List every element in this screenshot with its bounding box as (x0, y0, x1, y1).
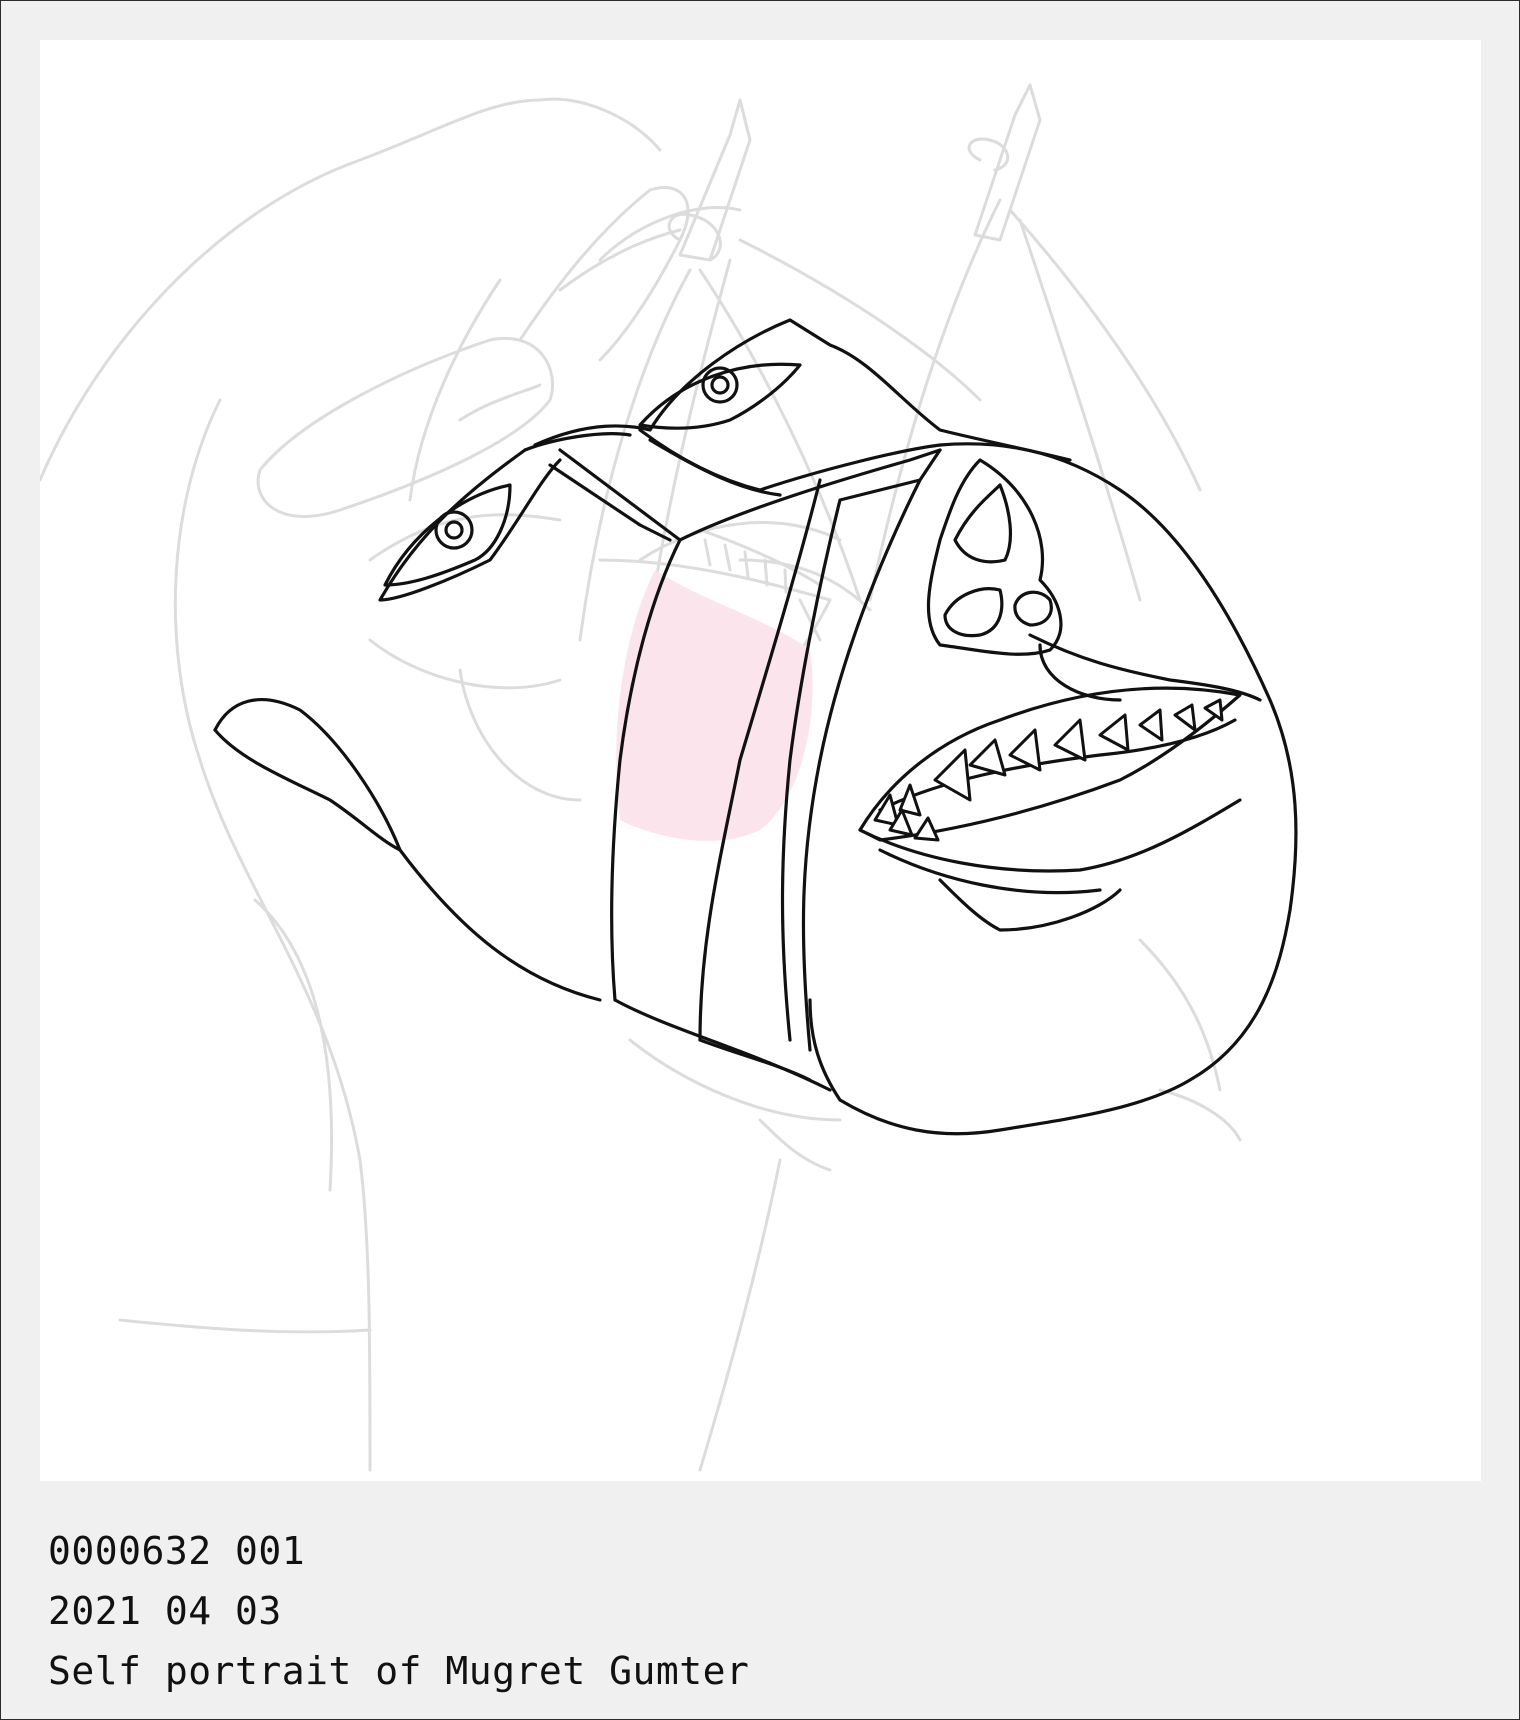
sketch-portrait-drawing (40, 83, 1298, 1472)
caption-id: 0000632 001 (48, 1529, 306, 1573)
caption-date: 2021 04 03 (48, 1589, 282, 1633)
caption-block: 0000632 001 2021 04 03 Self portrait of … (48, 1521, 749, 1701)
card-frame: 0000632 001 2021 04 03 Self portrait of … (0, 0, 1520, 1720)
drawing-canvas (40, 40, 1481, 1481)
caption-title: Self portrait of Mugret Gumter (48, 1649, 750, 1693)
